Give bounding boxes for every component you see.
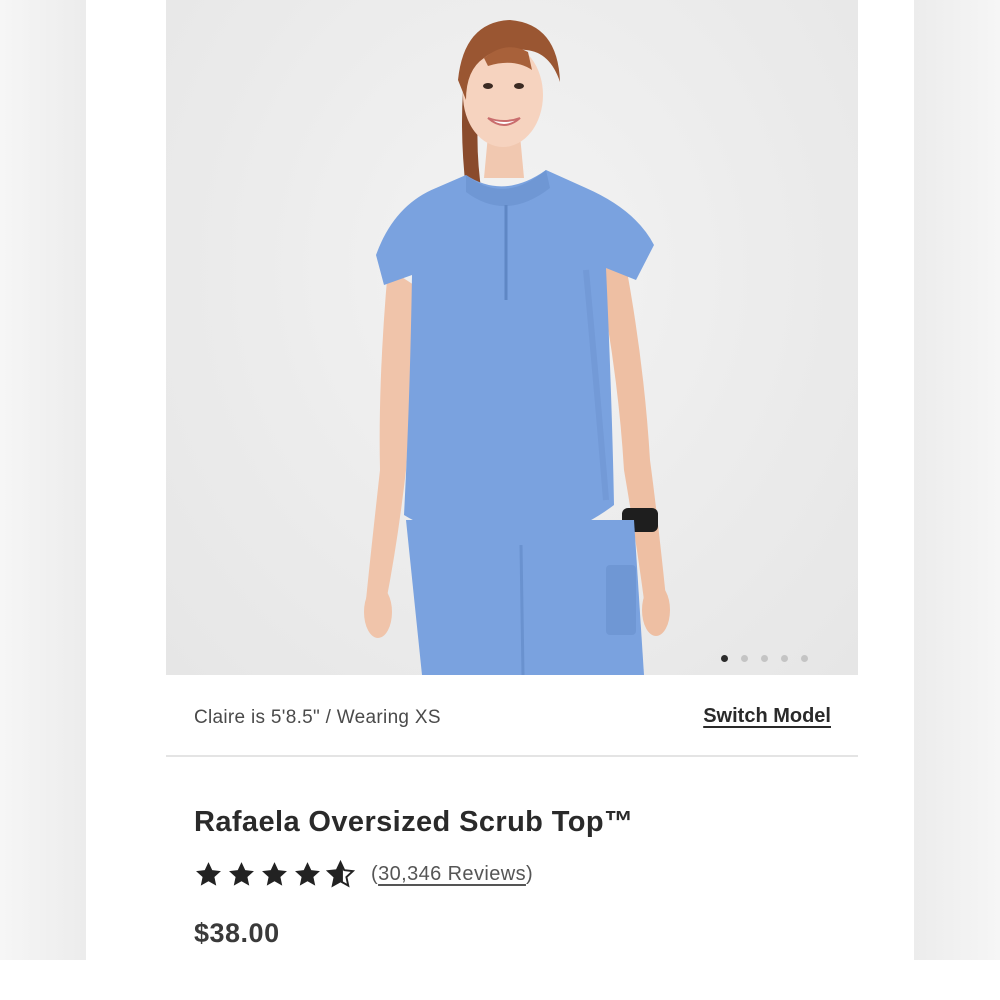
model-info-row: Claire is 5'8.5" / Wearing XS Switch Mod…	[166, 675, 858, 757]
carousel-dot[interactable]	[761, 655, 768, 662]
star-rating	[194, 860, 355, 889]
switch-model-button[interactable]: Switch Model	[703, 705, 831, 728]
half-star-icon	[326, 860, 355, 888]
bottom-band	[0, 960, 1000, 1000]
left-margin	[0, 0, 86, 960]
reviews-paren-close: )	[525, 863, 534, 885]
right-margin	[914, 0, 1000, 960]
carousel-dot[interactable]	[721, 655, 728, 662]
product-rating: (30,346 Reviews)	[194, 860, 533, 889]
right-gutter	[858, 0, 914, 960]
star-icon	[262, 862, 287, 886]
model-size-info: Claire is 5'8.5" / Wearing XS	[194, 707, 441, 728]
reviews-paren-open: (	[371, 863, 379, 885]
product-photo[interactable]	[166, 0, 858, 675]
star-icon	[229, 862, 254, 886]
product-title: Rafaela Oversized Scrub Top™	[194, 806, 634, 838]
reviews-link[interactable]: 30,346 Reviews	[378, 863, 526, 885]
star-icon	[295, 862, 320, 886]
carousel-dot[interactable]	[741, 655, 748, 662]
left-gutter	[86, 0, 166, 960]
product-card: Claire is 5'8.5" / Wearing XS Switch Mod…	[166, 0, 858, 960]
carousel-dot[interactable]	[781, 655, 788, 662]
product-price: $38.00	[194, 918, 280, 948]
reviews-count: (30,346 Reviews)	[371, 863, 533, 886]
model-illustration	[364, 20, 670, 675]
carousel-dot[interactable]	[801, 655, 808, 662]
carousel-dots	[721, 655, 808, 667]
star-icon	[196, 862, 221, 886]
